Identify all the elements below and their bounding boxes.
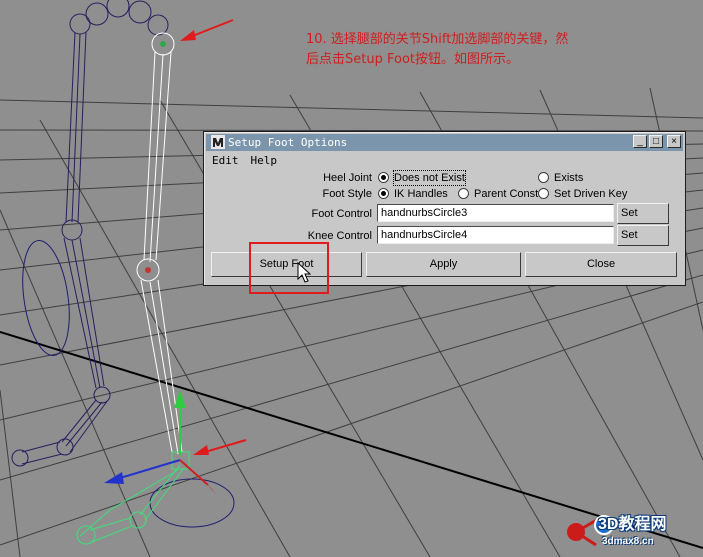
knee-control-field[interactable]: handnurbsCircle4 — [377, 226, 614, 244]
heel-joint-label: Heel Joint — [323, 172, 372, 184]
watermark-brand: 3D教程网 — [598, 516, 667, 533]
foot-control-field[interactable]: handnurbsCircle3 — [377, 204, 614, 222]
foot-style-parent-const-label[interactable]: Parent Const — [474, 187, 538, 201]
knee-joint-marker — [145, 267, 151, 273]
foot-control-label: Foot Control — [311, 208, 372, 220]
knee-control-set-button[interactable]: Set — [617, 225, 669, 246]
hip-joint-marker — [160, 41, 166, 47]
apply-button[interactable]: Apply — [366, 252, 521, 277]
heel-joint-exists-radio[interactable] — [538, 172, 549, 183]
close-button[interactable]: Close — [525, 252, 677, 277]
dialog-title: Setup Foot Options — [228, 136, 348, 149]
mouse-cursor-icon — [297, 262, 311, 283]
foot-style-parent-const-radio[interactable] — [458, 188, 469, 199]
instruction-text-line1: 10. 选择腿部的关节Shift加选脚部的关键，然 — [306, 32, 569, 47]
heel-joint-exists-label[interactable]: Exists — [554, 171, 583, 185]
dialog-titlebar[interactable]: Setup Foot Options _ □ × — [206, 134, 683, 151]
heel-joint-does-not-exist-label[interactable]: Does not Exist — [393, 170, 466, 186]
foot-control-set-button[interactable]: Set — [617, 203, 669, 224]
instruction-text-line2: 后点击Setup Foot按钮。如图所示。 — [306, 52, 519, 67]
maximize-button[interactable]: □ — [649, 135, 663, 148]
maya-icon — [211, 135, 225, 149]
menu-edit[interactable]: Edit — [212, 154, 239, 167]
knee-control-label: Knee Control — [307, 230, 372, 242]
foot-style-set-driven-key-radio[interactable] — [538, 188, 549, 199]
foot-style-ik-handles-label[interactable]: IK Handles — [394, 187, 448, 201]
dialog-menubar: Edit Help — [212, 154, 289, 167]
close-window-button[interactable]: × — [667, 135, 681, 148]
minimize-button[interactable]: _ — [633, 135, 647, 148]
menu-help[interactable]: Help — [251, 154, 278, 167]
foot-style-ik-handles-radio[interactable] — [378, 188, 389, 199]
site-watermark-logo: 3D教程网 3dmax8.cn — [562, 508, 703, 557]
foot-style-set-driven-key-label[interactable]: Set Driven Key — [554, 187, 627, 201]
watermark-domain: 3dmax8.cn — [602, 536, 654, 547]
heel-joint-does-not-exist-radio[interactable] — [378, 172, 389, 183]
highlight-box — [249, 242, 329, 294]
foot-style-label: Foot Style — [322, 188, 372, 200]
